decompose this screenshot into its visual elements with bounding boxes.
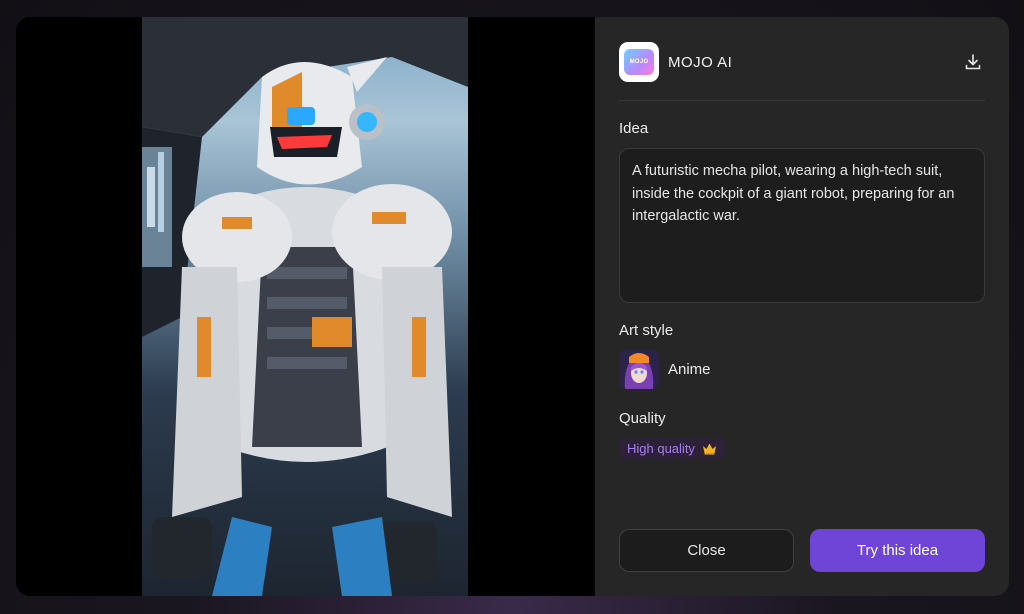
idea-text-box[interactable]: A futuristic mecha pilot, wearing a high… xyxy=(619,148,985,303)
image-preview xyxy=(16,17,595,596)
download-button[interactable] xyxy=(961,50,985,74)
art-style-thumbnail xyxy=(619,349,659,389)
quality-label: Quality xyxy=(619,410,666,427)
download-icon xyxy=(965,54,981,70)
art-style-row: Anime xyxy=(619,349,711,389)
idea-label: Idea xyxy=(619,120,649,137)
app-name: MOJO AI xyxy=(668,53,733,71)
app-logo: MOJO xyxy=(619,42,659,82)
panel-header: MOJO MOJO AI xyxy=(619,42,985,82)
try-this-idea-button[interactable]: Try this idea xyxy=(810,529,985,572)
logo-mark: MOJO xyxy=(624,49,654,75)
image-detail-modal: MOJO MOJO AI Idea A futuristic mecha pil… xyxy=(16,17,1009,596)
art-style-value: Anime xyxy=(668,360,711,378)
details-panel: MOJO MOJO AI Idea A futuristic mecha pil… xyxy=(595,17,1009,596)
quality-badge: High quality xyxy=(619,437,725,459)
quality-value: High quality xyxy=(627,440,695,456)
generated-image xyxy=(142,17,468,596)
crown-icon xyxy=(702,443,716,455)
art-style-label: Art style xyxy=(619,322,674,339)
close-button[interactable]: Close xyxy=(619,529,794,572)
header-divider xyxy=(619,100,985,101)
idea-text: A futuristic mecha pilot, wearing a high… xyxy=(632,163,955,224)
